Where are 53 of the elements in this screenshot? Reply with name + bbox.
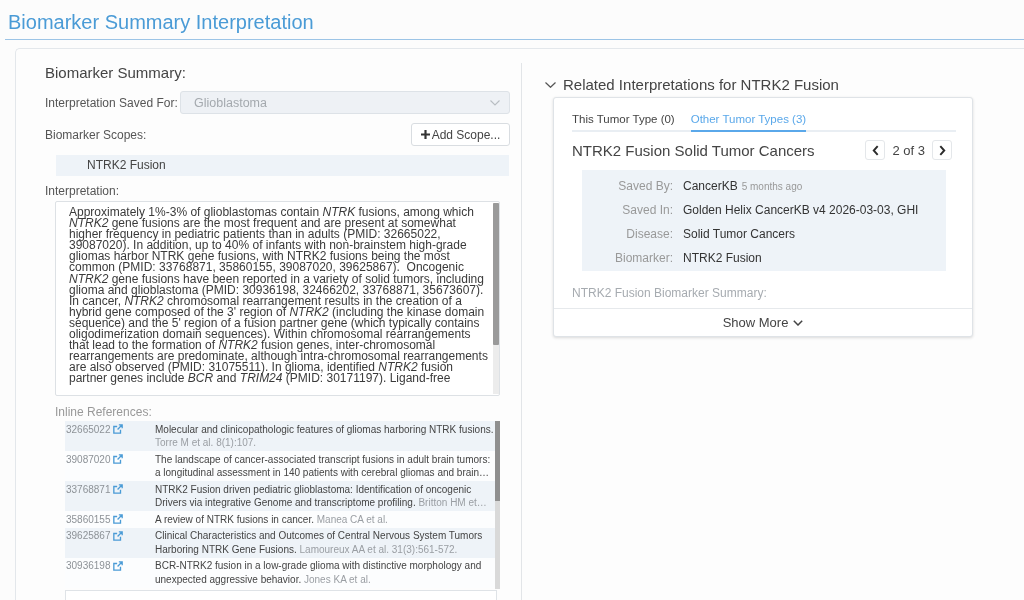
reference-text: BCR-NTRK2 fusion in a low-grade glioma with distinctive morphology and unexpected aggressive behavior. Jones KA et al. [155,559,483,586]
interpretation-field[interactable]: Approximately 1%-3% of glioblastomas contain NTRK fusions, among which NTRK2 gene fusions are the most frequent and are present at somewhat higher frequency in pediatric patients than in adults (PMID: 32665022, 39087020). In addition, up to 40% of infants with non-brainstem high-grade gliomas harbor NTRK gene fusions, with NTRK2 fusions being the most common (PMID: 33768871, 35860155, 39087020, 39625867). Oncogenic NTRK2 gene fusions have been reported in a variety of solid tumors, including glioma and glioblastoma (PMID: 30936198, 32466202, 33768871, 35673607). In cancer, NTRK2 chromosomal rearrangement results in the creation of a hybrid gene composed of the 3' region of NTRK2 (including the kinase domain sequence) and the 5' region of a fusion partner gene (which typically contains oligodimerization domain sequences). Within chromosomal rearrangements that lead to the formation of NTRK2 fusion genes, inter-chromosomal rearrangements are predominate, although intra-chromosomal rearrangements are also observed (PMID: 31075511). In glioma, identified NTRK2 fusion partner genes include BCR and TRIM24 (PMID: 30171197). Ligand-free [55,201,500,396]
detail-label: Disease: [625,226,673,243]
detail-value: Solid Tumor Cancers [683,226,796,243]
previous-button[interactable] [865,140,886,160]
tab[interactable]: This Tumor Type (0) [572,111,675,132]
pmid-link[interactable]: 30936198 [66,559,123,573]
scope-item: NTRK2 Fusion [56,155,509,176]
section-heading: Biomarker Summary: [45,63,187,83]
reference-text: Clinical Characteristics and Outcomes of Central Nervous System Tumors Harboring NTRK Gene Fusions. Lamoureux AA et al. 31(3):561-572. [155,529,484,556]
pmid-link[interactable]: 35860155 [66,512,123,526]
chevron-down-icon [793,319,804,326]
reference-text: NTRK2 Fusion driven pediatric glioblastoma: Identification of oncogenic Drivers via integrative Genome and transcriptome profiling. Britton HM et… [155,482,488,510]
detail-value: Golden Helix CancerKB v4 2026-03-03, GHI [683,202,919,219]
detail-label: Biomarker: [614,250,673,267]
chevron-down-icon[interactable] [545,81,556,88]
add-scope-button[interactable]: Add Scope... [411,123,510,146]
field-label: Inline References: [55,405,153,419]
scrollbar[interactable] [493,203,499,394]
pmid-link[interactable]: 32665022 [66,422,123,436]
external-link-icon [112,530,123,541]
show-more-button[interactable]: Show More [722,315,804,330]
next-button[interactable] [932,140,952,160]
pmid-link[interactable]: 33768871 [66,482,123,496]
detail-label: Saved In: [621,202,673,219]
external-link-icon [112,484,123,495]
section-heading: Related Interpretations for NTRK2 Fusion [563,76,839,93]
detail-value: CancerKB [683,178,738,195]
reference-text: A review of NTRK fusions in cancer. Manea CA et al. [155,512,389,526]
external-link-icon [112,560,123,571]
reference-text: The landscape of cancer-associated transcript fusions in adult brain tumors: a longitudinal assessment in 140 patients with cerebral gliomas and brain… [155,452,492,480]
chevron-right-icon [938,144,946,156]
chevron-left-icon [871,144,879,156]
field-label: Interpretation Saved For: [45,95,179,110]
page-indicator: 2 of 3 [892,142,925,158]
detail-label: Saved By: [617,178,673,195]
reference-text: Molecular and clinicopathologic features of gliomas harboring NTRK fusions. Torre M et al. 8(1):107. [155,422,495,450]
summary-preview: NTRK2 Fusion Biomarker Summary: [572,285,768,301]
timestamp: 5 months ago [741,180,803,194]
external-link-icon [112,514,123,525]
field-label: Biomarker Scopes: [45,127,147,142]
external-link-icon [112,424,123,435]
field-label: Interpretation: [45,184,121,199]
result-title: NTRK2 Fusion Solid Tumor Cancers [572,141,815,159]
scrollbar[interactable] [495,421,500,589]
pmid-link[interactable]: 39625867 [66,529,123,543]
plus-icon [420,130,430,139]
tab[interactable]: Other Tumor Types (3) [690,111,807,132]
page-title: Biomarker Summary Interpretation [8,10,315,35]
pmid-link[interactable]: 39087020 [66,452,123,466]
chevron-down-icon [490,99,500,106]
external-link-icon [112,454,123,465]
detail-value: NTRK2 Fusion [683,250,762,267]
